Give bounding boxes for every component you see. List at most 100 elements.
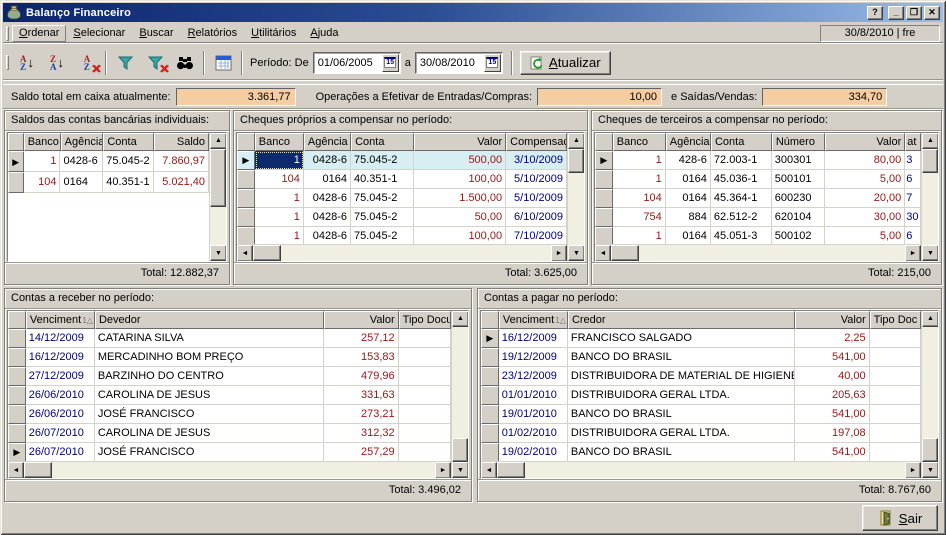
cell-numero[interactable]: 620104 [772, 208, 825, 227]
cell-conta[interactable]: 45.364-1 [711, 189, 772, 208]
vertical-scrollbar[interactable]: ▲ ▼ [567, 133, 584, 261]
table-row[interactable]: 104 0164 40.351-1 5.021,40 [8, 172, 209, 193]
table-row[interactable]: 19/02/2010 BANCO DO BRASIL 541,00 [481, 443, 921, 461]
title-bar[interactable]: Balanço Financeiro ? _ ❐ ✕ [3, 3, 943, 22]
scroll-down-button[interactable]: ▼ [922, 462, 939, 478]
cell-agencia[interactable]: 428-6 [666, 151, 711, 170]
cell-conta[interactable]: 40.351-1 [351, 170, 414, 189]
table-row[interactable]: 104 0164 45.364-1 600230 20,00 7 [595, 189, 921, 208]
date-from-input[interactable] [314, 57, 382, 69]
cell-data[interactable]: 6 [905, 170, 921, 189]
cell-valor[interactable]: 257,29 [324, 443, 399, 461]
table-row[interactable]: 27/12/2009 BARZINHO DO CENTRO 479,96 [8, 367, 451, 386]
cell-vencimento[interactable]: 26/06/2010 [26, 405, 95, 424]
cell-conta[interactable]: 45.051-3 [711, 227, 772, 244]
column-header-tipo-documento[interactable]: Tipo Doc [870, 311, 921, 329]
cell-valor[interactable]: 20,00 [825, 189, 905, 208]
scroll-left-button[interactable]: ◄ [237, 245, 253, 261]
row-selector[interactable] [8, 329, 26, 348]
minimize-button[interactable]: _ [888, 6, 904, 20]
cell-vencimento[interactable]: 26/07/2010 [26, 424, 95, 443]
menu-ajuda[interactable]: Ajuda [303, 25, 345, 42]
row-selector[interactable] [481, 367, 499, 386]
cell-banco[interactable]: 1 [255, 227, 304, 244]
scroll-down-button[interactable]: ▼ [922, 245, 939, 261]
cell-numero[interactable]: 500102 [772, 227, 825, 244]
cell-valor[interactable]: 30,00 [825, 208, 905, 227]
cell-agencia[interactable]: 0428-6 [60, 151, 103, 172]
cell-tipo-documento[interactable] [870, 386, 921, 405]
cell-tipo-documento[interactable] [870, 443, 921, 461]
cell-conta[interactable]: 62.512-2 [711, 208, 772, 227]
cell-agencia[interactable]: 0164 [666, 170, 711, 189]
cell-devedor[interactable]: CAROLINA DE JESUS [95, 386, 324, 405]
table-row[interactable]: 26/07/2010 CAROLINA DE JESUS 312,32 [8, 424, 451, 443]
horizontal-scrollbar[interactable]: ◄ ► [595, 244, 921, 261]
cell-valor[interactable]: 312,32 [324, 424, 399, 443]
cell-valor[interactable]: 5,00 [825, 170, 905, 189]
cell-data[interactable]: 3 [905, 151, 921, 170]
cell-data[interactable]: 6 [905, 227, 921, 244]
clear-sort-button[interactable]: AZ ✕ [72, 50, 102, 76]
column-header-banco[interactable]: Banco [24, 133, 61, 151]
row-selector[interactable] [595, 170, 613, 189]
cell-vencimento[interactable]: 26/07/2010 [26, 443, 95, 461]
table-row[interactable]: 19/12/2009 BANCO DO BRASIL 541,00 [481, 348, 921, 367]
help-button[interactable]: ? [867, 6, 883, 20]
cell-vencimento[interactable]: 01/02/2010 [499, 424, 568, 443]
scroll-down-button[interactable]: ▼ [452, 462, 469, 478]
sort-ascending-button[interactable]: AZ↓ [12, 50, 42, 76]
cell-tipo-documento[interactable] [870, 348, 921, 367]
cell-valor[interactable]: 80,00 [825, 151, 905, 170]
calendar-button[interactable] [208, 50, 238, 76]
cell-saldo[interactable]: 5.021,40 [154, 172, 209, 193]
cell-tipo-documento[interactable] [399, 424, 451, 443]
column-header-conta[interactable]: Conta [103, 133, 153, 151]
column-header-compensacao[interactable]: Compensaçã [506, 133, 567, 151]
cell-conta[interactable]: 75.045-2 [103, 151, 153, 172]
menu-selecionar[interactable]: Selecionar [66, 25, 132, 42]
cell-data[interactable]: 7 [905, 189, 921, 208]
cell-valor[interactable]: 100,00 [414, 227, 506, 244]
cell-banco[interactable]: 1 [24, 151, 61, 172]
cell-valor[interactable]: 541,00 [795, 443, 870, 461]
scroll-down-button[interactable]: ▼ [568, 245, 585, 261]
scroll-thumb[interactable] [497, 462, 525, 478]
horizontal-scrollbar[interactable]: ◄ ► [8, 461, 451, 478]
row-selector[interactable] [237, 189, 255, 208]
cell-banco[interactable]: 104 [255, 170, 304, 189]
cell-banco[interactable]: 104 [24, 172, 61, 193]
menu-grip-handle[interactable] [6, 26, 9, 41]
row-selector[interactable] [595, 151, 613, 170]
cell-vencimento[interactable]: 23/12/2009 [499, 367, 568, 386]
scroll-thumb[interactable] [452, 438, 468, 462]
cell-vencimento[interactable]: 26/06/2010 [26, 386, 95, 405]
row-selector[interactable] [481, 405, 499, 424]
column-header-data[interactable]: at [905, 133, 921, 151]
cell-numero[interactable]: 300301 [772, 151, 825, 170]
scroll-left-button[interactable]: ◄ [481, 462, 497, 478]
table-row[interactable]: 19/01/2010 BANCO DO BRASIL 541,00 [481, 405, 921, 424]
cell-tipo-documento[interactable] [870, 329, 921, 348]
cell-agencia[interactable]: 0164 [666, 227, 711, 244]
row-selector[interactable] [8, 405, 26, 424]
table-row[interactable]: 26/07/2010 JOSÉ FRANCISCO 257,29 [8, 443, 451, 461]
date-to-input[interactable] [416, 57, 484, 69]
cell-vencimento[interactable]: 14/12/2009 [26, 329, 95, 348]
cell-valor[interactable]: 40,00 [795, 367, 870, 386]
cell-valor[interactable]: 500,00 [414, 151, 506, 170]
row-selector[interactable] [237, 227, 255, 244]
row-selector[interactable] [237, 208, 255, 227]
row-selector[interactable] [481, 329, 499, 348]
cell-agencia[interactable]: 0428-6 [304, 151, 351, 170]
column-header-numero[interactable]: Número [772, 133, 825, 151]
scroll-thumb[interactable] [24, 462, 52, 478]
row-selector[interactable] [481, 424, 499, 443]
column-header-valor[interactable]: Valor [324, 311, 399, 329]
scroll-right-button[interactable]: ► [551, 245, 567, 261]
cell-valor[interactable]: 100,00 [414, 170, 506, 189]
vertical-scrollbar[interactable]: ▲ ▼ [451, 311, 468, 478]
cell-valor[interactable]: 331,63 [324, 386, 399, 405]
cell-devedor[interactable]: BARZINHO DO CENTRO [95, 367, 324, 386]
table-row[interactable]: 16/12/2009 FRANCISCO SALGADO 2,25 [481, 329, 921, 348]
